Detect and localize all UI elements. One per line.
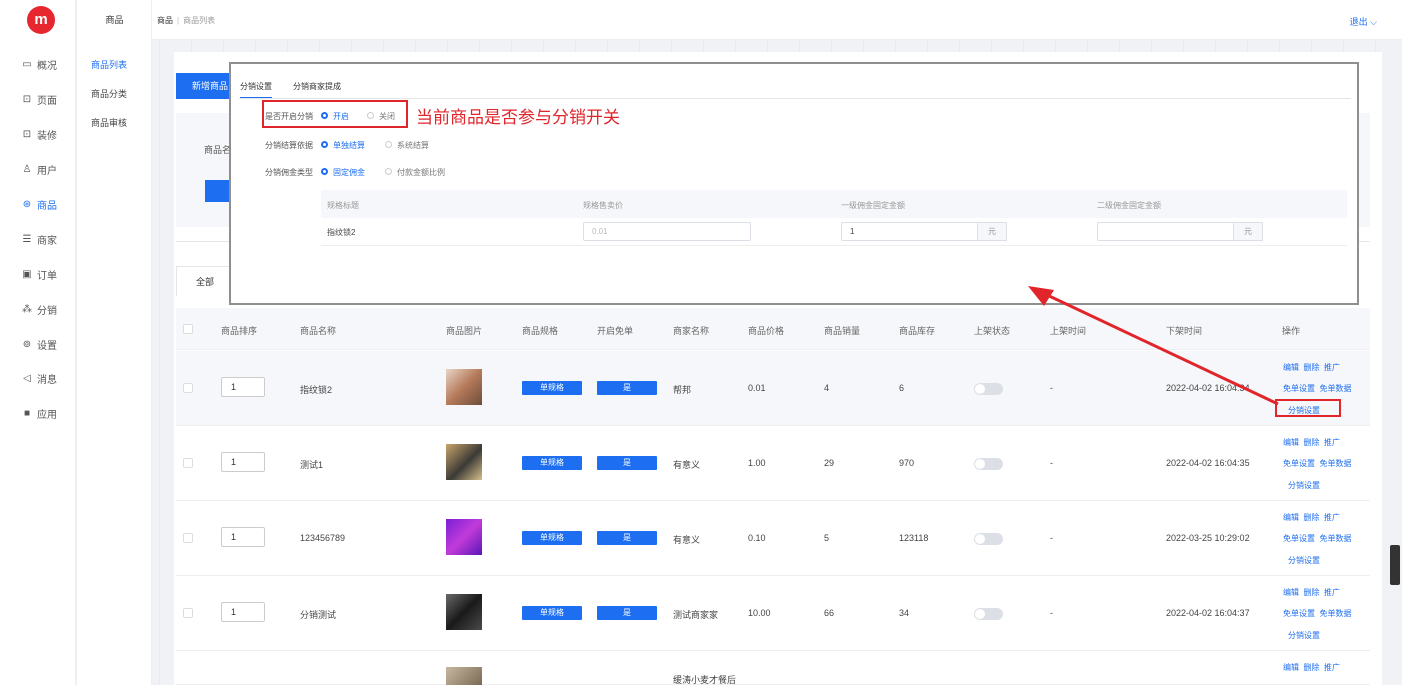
annotation-arrow: [1028, 286, 1279, 406]
scrollbar-handle[interactable]: [1390, 545, 1400, 585]
